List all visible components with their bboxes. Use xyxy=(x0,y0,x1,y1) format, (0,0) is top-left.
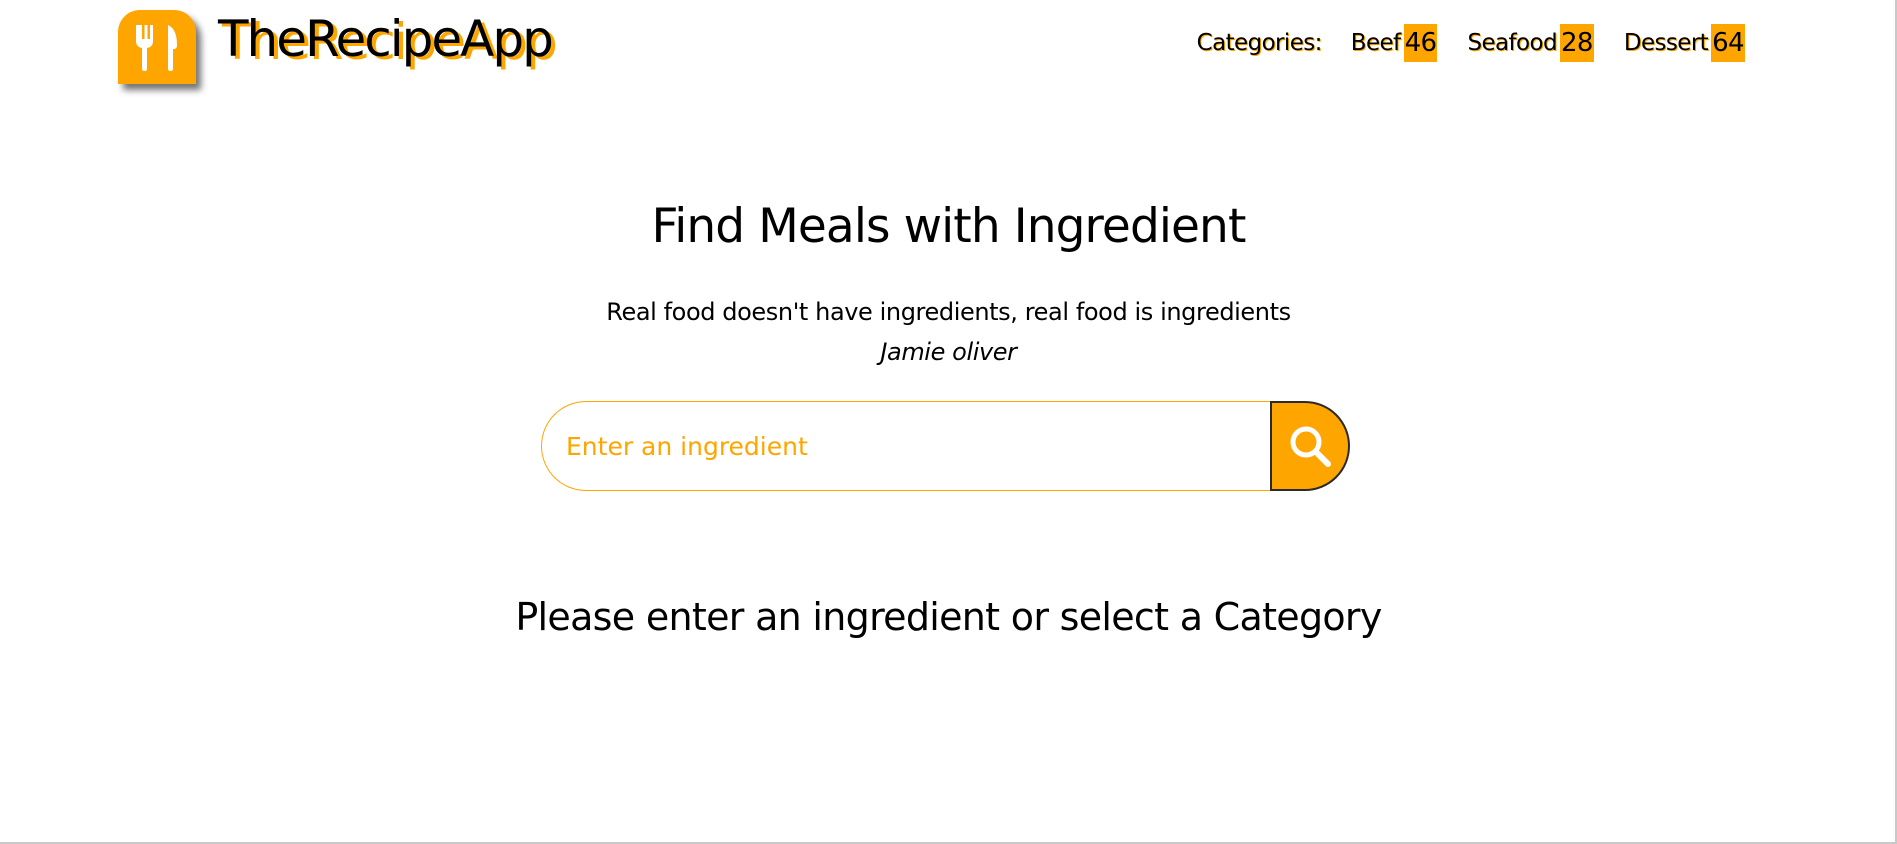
app-logo[interactable] xyxy=(118,10,196,84)
search-button[interactable] xyxy=(1270,401,1350,491)
page-title: Find Meals with Ingredient xyxy=(651,199,1247,254)
category-count-badge: 28 xyxy=(1559,24,1594,62)
empty-state-message: Please enter an ingredient or select a C… xyxy=(515,595,1382,639)
category-count-badge: 64 xyxy=(1711,24,1745,62)
quote-author: Jamie oliver xyxy=(880,338,1017,366)
search-icon xyxy=(1290,426,1331,467)
category-nav: Categories: Beef 46 Seafood 28 Dessert 6… xyxy=(1197,24,1745,62)
category-name: Dessert xyxy=(1623,30,1709,56)
category-link-seafood[interactable]: Seafood 28 xyxy=(1467,24,1594,62)
category-name: Seafood xyxy=(1467,30,1557,56)
ingredient-search-input[interactable] xyxy=(541,401,1271,491)
brand-name[interactable]: TheRecipeApp xyxy=(218,12,554,67)
category-name: Beef xyxy=(1350,30,1401,56)
category-link-beef[interactable]: Beef 46 xyxy=(1351,24,1438,62)
categories-label: Categories: xyxy=(1196,30,1323,56)
category-count-badge: 46 xyxy=(1403,24,1438,62)
ingredient-search-form xyxy=(541,401,1351,491)
category-link-dessert[interactable]: Dessert 64 xyxy=(1624,24,1745,62)
fork-knife-icon xyxy=(136,25,177,71)
quote-text: Real food doesn't have ingredients, real… xyxy=(606,298,1291,326)
